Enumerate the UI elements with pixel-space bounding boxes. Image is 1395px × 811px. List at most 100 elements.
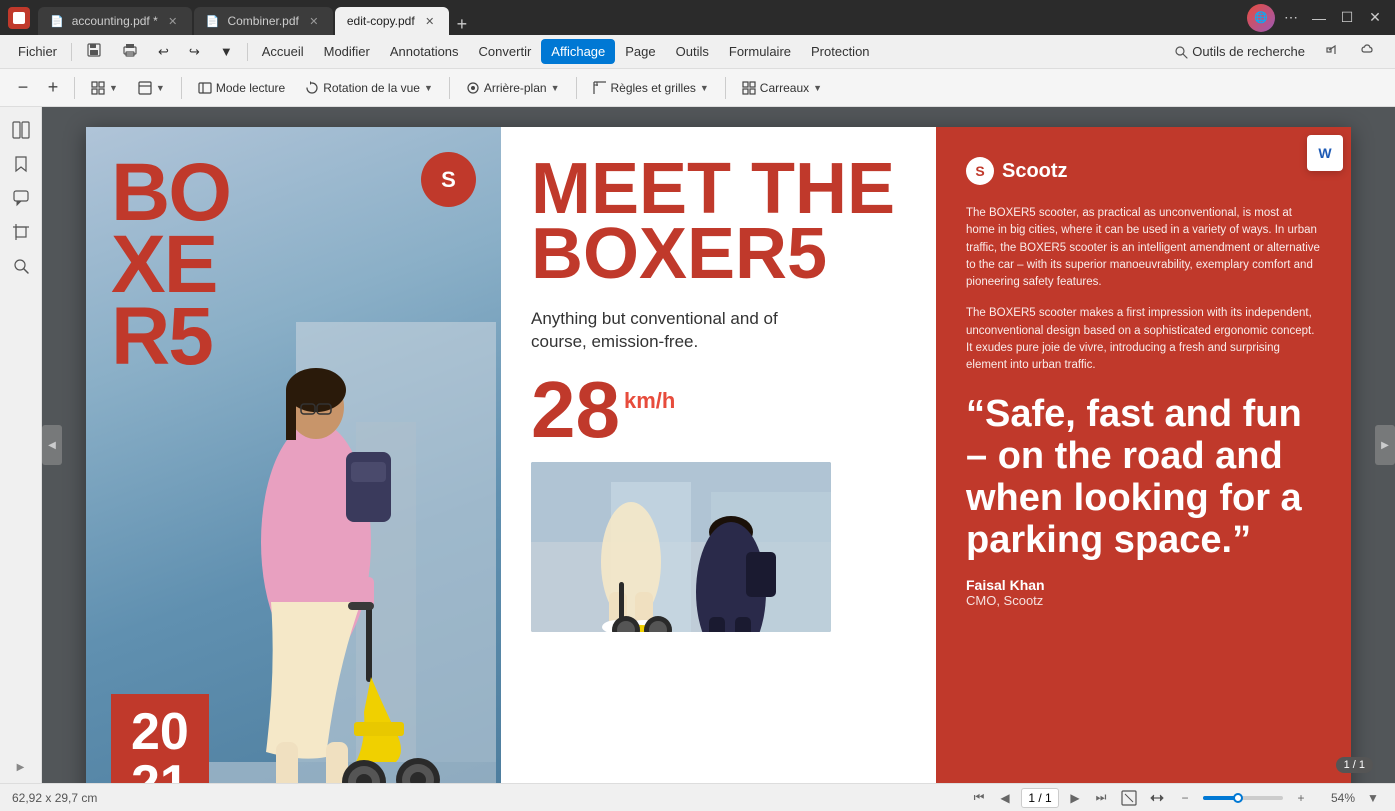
tab-close-editcopy[interactable]: ✕ bbox=[423, 14, 437, 28]
tab-label: accounting.pdf * bbox=[72, 14, 158, 28]
toolbar-icon-share[interactable] bbox=[1315, 37, 1351, 66]
maximize-button[interactable]: ☐ bbox=[1335, 6, 1359, 30]
left-sidebar: ▶ bbox=[0, 107, 42, 783]
toolbar-icon-cloud[interactable] bbox=[1351, 37, 1387, 66]
scootz-logo: S Scootz bbox=[966, 157, 1321, 185]
menu-modifier[interactable]: Modifier bbox=[314, 39, 380, 64]
more-options-button[interactable]: ⋯ bbox=[1279, 6, 1303, 30]
app-icon bbox=[8, 7, 30, 29]
window-controls: 🌐 ⋯ — ☐ ✕ bbox=[1247, 4, 1387, 32]
tab-accounting[interactable]: 📄 accounting.pdf * ✕ bbox=[38, 7, 192, 35]
menu-convertir[interactable]: Convertir bbox=[469, 39, 542, 64]
pdf-document: BOXER5 2021 S MEET THE BOXER5 Anything b… bbox=[86, 127, 1351, 783]
pdf-author-name: Faisal Khan bbox=[966, 577, 1321, 593]
sidebar-collapse-arrow[interactable]: ▶ bbox=[13, 759, 29, 775]
sidebar-comment-icon[interactable] bbox=[6, 183, 36, 213]
fit-width-button[interactable] bbox=[1147, 788, 1167, 808]
fit-page-button[interactable] bbox=[1119, 788, 1139, 808]
minimize-button[interactable]: — bbox=[1307, 6, 1331, 30]
page-layout-button[interactable]: ▼ bbox=[130, 77, 173, 99]
zoom-in-status-button[interactable]: + bbox=[1291, 788, 1311, 808]
document-dimensions: 62,92 x 29,7 cm bbox=[12, 791, 97, 805]
menu-bar: Fichier ↩ ↪ ▼ Accueil Modifier Annotatio… bbox=[0, 35, 1395, 69]
next-page-button[interactable]: ▶ bbox=[1065, 788, 1085, 808]
pdf-left-panel: BOXER5 2021 S bbox=[86, 127, 501, 783]
pdf-middle-panel: MEET THE BOXER5 Anything but conventiona… bbox=[501, 127, 936, 783]
mode-lecture-button[interactable]: Mode lecture bbox=[190, 77, 293, 99]
menu-search-tools[interactable]: Outils de recherche bbox=[1164, 39, 1315, 64]
zoom-in-button[interactable]: + bbox=[40, 75, 66, 101]
menu-sep-2 bbox=[247, 43, 248, 61]
toolbar-icon-undo[interactable]: ↩ bbox=[148, 39, 179, 65]
sidebar-crop-icon[interactable] bbox=[6, 217, 36, 247]
status-right-controls: ⏮ ◀ ▶ ⏭ − + 54% ▼ bbox=[969, 788, 1383, 808]
menu-formulaire[interactable]: Formulaire bbox=[719, 39, 801, 64]
view-mode-button[interactable]: ▼ bbox=[83, 77, 126, 99]
sidebar-panels-icon[interactable] bbox=[6, 115, 36, 145]
toolbar-sep-2 bbox=[181, 77, 182, 99]
year-box: 2021 bbox=[111, 694, 209, 783]
scroll-left-button[interactable]: ◀ bbox=[42, 425, 62, 465]
toolbar-sep-5 bbox=[725, 77, 726, 99]
add-tab-button[interactable]: + bbox=[451, 14, 474, 35]
toolbar-icon-redo[interactable]: ↪ bbox=[179, 39, 210, 65]
pdf-right-desc1: The BOXER5 scooter, as practical as unco… bbox=[966, 205, 1321, 291]
toolbar-icon-print[interactable] bbox=[112, 37, 148, 66]
toolbar-icon-dropdown[interactable]: ▼ bbox=[210, 39, 243, 64]
affichage-toolbar: − + ▼ ▼ Mode lecture Rotation de la vue … bbox=[0, 69, 1395, 107]
pdf-right-panel: W S Scootz The BOXER5 scooter, as practi… bbox=[936, 127, 1351, 783]
pdf-bottom-scooter-svg bbox=[531, 462, 831, 632]
tabs-container: 📄 accounting.pdf * ✕ 📄 Combiner.pdf ✕ ed… bbox=[38, 0, 1247, 35]
tab-icon-combiner: 📄 bbox=[206, 15, 220, 28]
pdf-tagline: Anything but conventional and of course,… bbox=[531, 307, 811, 355]
word-overlay-icon: W bbox=[1307, 135, 1343, 171]
zoom-out-status-button[interactable]: − bbox=[1175, 788, 1195, 808]
s-logo-left: S bbox=[421, 152, 476, 207]
scroll-right-button[interactable]: ▶ bbox=[1375, 425, 1395, 465]
menu-accueil[interactable]: Accueil bbox=[252, 39, 314, 64]
scootz-s-icon: S bbox=[966, 157, 994, 185]
pdf-main-title: MEET THE BOXER5 bbox=[531, 157, 906, 287]
pdf-viewport[interactable]: ◀ bbox=[42, 107, 1395, 783]
toolbar-sep-1 bbox=[74, 77, 75, 99]
main-area: ▶ ◀ bbox=[0, 107, 1395, 783]
tab-close-accounting[interactable]: ✕ bbox=[166, 14, 180, 28]
menu-annotations[interactable]: Annotations bbox=[380, 39, 469, 64]
menu-affichage[interactable]: Affichage bbox=[541, 39, 615, 64]
pdf-bottom-image bbox=[531, 462, 831, 632]
tab-editcopy[interactable]: edit-copy.pdf ✕ bbox=[335, 7, 449, 35]
pdf-right-desc2: The BOXER5 scooter makes a first impress… bbox=[966, 305, 1321, 374]
sidebar-search-icon[interactable] bbox=[6, 251, 36, 281]
user-avatar[interactable]: 🌐 bbox=[1247, 4, 1275, 32]
page-count-badge: 1 / 1 bbox=[1336, 757, 1373, 773]
first-page-button[interactable]: ⏮ bbox=[969, 788, 989, 808]
page-number-input[interactable] bbox=[1021, 788, 1059, 808]
boxer-text: BOXER5 bbox=[111, 157, 230, 373]
menu-outils[interactable]: Outils bbox=[666, 39, 719, 64]
sidebar-bookmark-icon[interactable] bbox=[6, 149, 36, 179]
zoom-dropdown-button[interactable]: ▼ bbox=[1363, 788, 1383, 808]
toolbar-icon-save[interactable] bbox=[76, 37, 112, 66]
menu-protection[interactable]: Protection bbox=[801, 39, 880, 64]
tab-close-combiner[interactable]: ✕ bbox=[307, 14, 321, 28]
zoom-slider[interactable] bbox=[1203, 796, 1283, 800]
page-navigation: ⏮ ◀ ▶ ⏭ bbox=[969, 788, 1111, 808]
zoom-out-button[interactable]: − bbox=[10, 75, 36, 101]
status-bar: 62,92 x 29,7 cm ⏮ ◀ ▶ ⏭ − + 54% ▼ bbox=[0, 783, 1395, 811]
zoom-slider-thumb[interactable] bbox=[1233, 793, 1243, 803]
zoom-level: 54% bbox=[1319, 791, 1355, 805]
prev-page-button[interactable]: ◀ bbox=[995, 788, 1015, 808]
arriere-plan-button[interactable]: Arrière-plan ▼ bbox=[458, 77, 568, 99]
last-page-button[interactable]: ⏭ bbox=[1091, 788, 1111, 808]
scootz-brand-name: Scootz bbox=[1002, 160, 1068, 183]
carreaux-button[interactable]: Carreaux ▼ bbox=[734, 77, 830, 99]
toolbar-sep-3 bbox=[449, 77, 450, 99]
menu-fichier[interactable]: Fichier bbox=[8, 39, 67, 64]
pdf-author-title: CMO, Scootz bbox=[966, 593, 1321, 608]
tab-combiner[interactable]: 📄 Combiner.pdf ✕ bbox=[194, 7, 333, 35]
menu-page[interactable]: Page bbox=[615, 39, 665, 64]
title-bar: 📄 accounting.pdf * ✕ 📄 Combiner.pdf ✕ ed… bbox=[0, 0, 1395, 35]
close-button[interactable]: ✕ bbox=[1363, 6, 1387, 30]
regles-grilles-button[interactable]: Règles et grilles ▼ bbox=[585, 77, 717, 99]
rotation-button[interactable]: Rotation de la vue ▼ bbox=[297, 77, 441, 99]
